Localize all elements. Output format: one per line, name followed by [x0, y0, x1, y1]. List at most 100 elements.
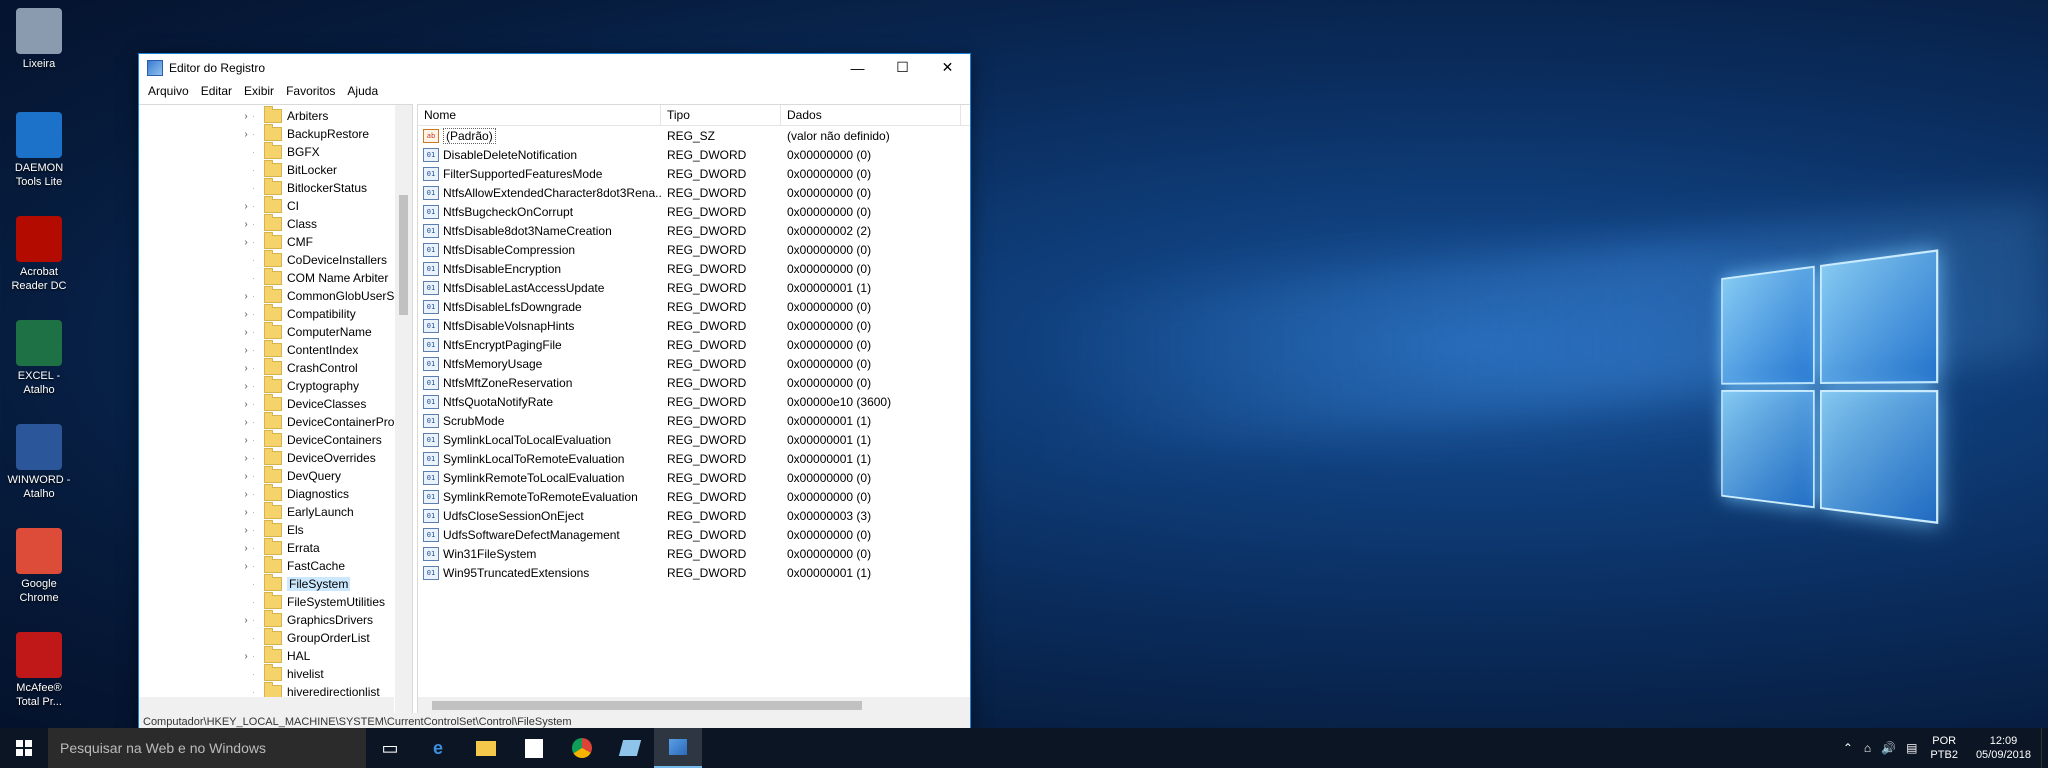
store-icon[interactable] — [510, 728, 558, 768]
chevron-right-icon[interactable]: › — [240, 453, 252, 464]
network-icon[interactable]: ⌂ — [1859, 741, 1876, 755]
regedit-files-icon[interactable] — [606, 728, 654, 768]
value-row[interactable]: 01 NtfsDisable8dot3NameCreation REG_DWORD 0… — [418, 221, 970, 240]
desktop-icon[interactable]: WINWORD - Atalho — [4, 424, 74, 501]
desktop-icon[interactable]: Google Chrome — [4, 528, 74, 605]
value-row[interactable]: 01 ScrubMode REG_DWORD 0x00000001 (1) — [418, 411, 970, 430]
desktop-icon[interactable]: Acrobat Reader DC — [4, 216, 74, 293]
edge-icon[interactable]: e — [414, 728, 462, 768]
value-row[interactable]: 01 SymlinkRemoteToRemoteEvaluation REG_DWO… — [418, 487, 970, 506]
value-row[interactable]: 01 Win95TruncatedExtensions REG_DWORD 0x000… — [418, 563, 970, 582]
tree-item[interactable]: › · ContentIndex — [139, 340, 410, 359]
tree-item[interactable]: › · DeviceContainerPrope — [139, 412, 410, 431]
desktop-icon[interactable]: McAfee® Total Pr... — [4, 632, 74, 709]
value-row[interactable]: 01 UdfsSoftwareDefectManagement REG_DWORD 0… — [418, 525, 970, 544]
value-row[interactable]: 01 FilterSupportedFeaturesMode REG_DWORD 0x… — [418, 164, 970, 183]
maximize-button[interactable]: ☐ — [880, 54, 925, 81]
tree-item[interactable]: › · CI — [139, 196, 410, 215]
value-row[interactable]: 01 SymlinkLocalToRemoteEvaluation REG_DWOR… — [418, 449, 970, 468]
tree-item[interactable]: · hivelist — [139, 664, 410, 683]
value-row[interactable]: ab (Padrão) REG_SZ (valor não definido) — [418, 126, 970, 145]
value-row[interactable]: 01 SymlinkRemoteToLocalEvaluation REG_DWOR… — [418, 468, 970, 487]
value-row[interactable]: 01 NtfsDisableCompression REG_DWORD 0x00000… — [418, 240, 970, 259]
menu-arquivo[interactable]: Arquivo — [142, 84, 195, 98]
chevron-right-icon[interactable]: › — [240, 129, 252, 140]
chevron-right-icon[interactable]: › — [240, 381, 252, 392]
list-horizontal-scrollbar[interactable] — [418, 697, 970, 714]
value-row[interactable]: 01 NtfsDisableLastAccessUpdate REG_DWORD 0x… — [418, 278, 970, 297]
value-row[interactable]: 01 DisableDeleteNotification REG_DWORD 0x00… — [418, 145, 970, 164]
tree-item[interactable]: › · Cryptography — [139, 376, 410, 395]
show-desktop-button[interactable] — [2041, 728, 2048, 768]
chevron-up-icon[interactable]: ⌃ — [1837, 741, 1859, 755]
tree-item[interactable]: · BitlockerStatus — [139, 178, 410, 197]
chevron-right-icon[interactable]: › — [240, 435, 252, 446]
chevron-right-icon[interactable]: › — [240, 111, 252, 122]
tree-item[interactable]: › · DeviceContainers — [139, 430, 410, 449]
tree-item[interactable]: › · Diagnostics — [139, 484, 410, 503]
search-box[interactable]: Pesquisar na Web e no Windows — [48, 728, 366, 768]
action-center-icon[interactable]: ▤ — [1901, 741, 1922, 755]
desktop-icon[interactable]: EXCEL - Atalho — [4, 320, 74, 397]
start-button[interactable] — [0, 728, 48, 768]
tree-item[interactable]: › · CommonGlobUserSet — [139, 286, 410, 305]
tree-item[interactable]: · GroupOrderList — [139, 628, 410, 647]
value-row[interactable]: 01 NtfsDisableEncryption REG_DWORD 0x000000… — [418, 259, 970, 278]
desktop-icon[interactable]: Lixeira — [4, 8, 74, 71]
close-button[interactable]: ✕ — [925, 54, 970, 81]
tree-item[interactable]: · BitLocker — [139, 160, 410, 179]
column-header-name[interactable]: Nome — [418, 105, 661, 125]
value-row[interactable]: 01 NtfsMftZoneReservation REG_DWORD 0x00000… — [418, 373, 970, 392]
menu-exibir[interactable]: Exibir — [238, 84, 280, 98]
tree-item[interactable]: › · GraphicsDrivers — [139, 610, 410, 629]
chevron-right-icon[interactable]: › — [240, 615, 252, 626]
tree-item[interactable]: › · DeviceOverrides — [139, 448, 410, 467]
tree-item[interactable]: › · Class — [139, 214, 410, 233]
value-row[interactable]: 01 NtfsDisableVolsnapHints REG_DWORD 0x0000… — [418, 316, 970, 335]
value-row[interactable]: 01 Win31FileSystem REG_DWORD 0x00000000 (0) — [418, 544, 970, 563]
chevron-right-icon[interactable]: › — [240, 417, 252, 428]
chevron-right-icon[interactable]: › — [240, 363, 252, 374]
scroll-thumb[interactable] — [432, 701, 862, 710]
tree-item[interactable]: · BGFX — [139, 142, 410, 161]
column-header-data[interactable]: Dados — [781, 105, 961, 125]
value-row[interactable]: 01 NtfsMemoryUsage REG_DWORD 0x00000000 (0) — [418, 354, 970, 373]
tree-item[interactable]: › · DevQuery — [139, 466, 410, 485]
chevron-right-icon[interactable]: › — [240, 291, 252, 302]
chrome-icon[interactable] — [558, 728, 606, 768]
chevron-right-icon[interactable]: › — [240, 561, 252, 572]
tree-item[interactable]: › · FastCache — [139, 556, 410, 575]
regedit-taskbar-icon[interactable] — [654, 728, 702, 768]
tree-item[interactable]: › · Arbiters — [139, 106, 410, 125]
chevron-right-icon[interactable]: › — [240, 309, 252, 320]
scroll-thumb[interactable] — [399, 195, 408, 315]
chevron-right-icon[interactable]: › — [240, 507, 252, 518]
chevron-right-icon[interactable]: › — [240, 219, 252, 230]
chevron-right-icon[interactable]: › — [240, 471, 252, 482]
language-indicator[interactable]: POR PTB2 — [1922, 734, 1966, 762]
value-row[interactable]: 01 UdfsCloseSessionOnEject REG_DWORD 0x0000… — [418, 506, 970, 525]
file-explorer-icon[interactable] — [462, 728, 510, 768]
tree-item[interactable]: · COM Name Arbiter — [139, 268, 410, 287]
chevron-right-icon[interactable]: › — [240, 327, 252, 338]
value-row[interactable]: 01 NtfsBugcheckOnCorrupt REG_DWORD 0x000000… — [418, 202, 970, 221]
chevron-right-icon[interactable]: › — [240, 237, 252, 248]
chevron-right-icon[interactable]: › — [240, 543, 252, 554]
tree-item[interactable]: · CoDeviceInstallers — [139, 250, 410, 269]
tree-item[interactable]: · FileSystem — [139, 574, 410, 593]
tree-horizontal-scrollbar[interactable] — [139, 697, 394, 714]
clock[interactable]: 12:09 05/09/2018 — [1966, 734, 2041, 762]
title-bar[interactable]: Editor do Registro — ☐ ✕ — [139, 54, 970, 81]
menu-editar[interactable]: Editar — [195, 84, 238, 98]
desktop-icon[interactable]: DAEMON Tools Lite — [4, 112, 74, 189]
tree-item[interactable]: › · EarlyLaunch — [139, 502, 410, 521]
tree-item[interactable]: › · Els — [139, 520, 410, 539]
tree-item[interactable]: › · CrashControl — [139, 358, 410, 377]
menu-favoritos[interactable]: Favoritos — [280, 84, 341, 98]
tree-item[interactable]: › · BackupRestore — [139, 124, 410, 143]
tree-item[interactable]: › · ComputerName — [139, 322, 410, 341]
volume-icon[interactable]: 🔊 — [1876, 741, 1901, 755]
tree-item[interactable]: › · CMF — [139, 232, 410, 251]
chevron-right-icon[interactable]: › — [240, 201, 252, 212]
value-row[interactable]: 01 SymlinkLocalToLocalEvaluation REG_DWORD… — [418, 430, 970, 449]
